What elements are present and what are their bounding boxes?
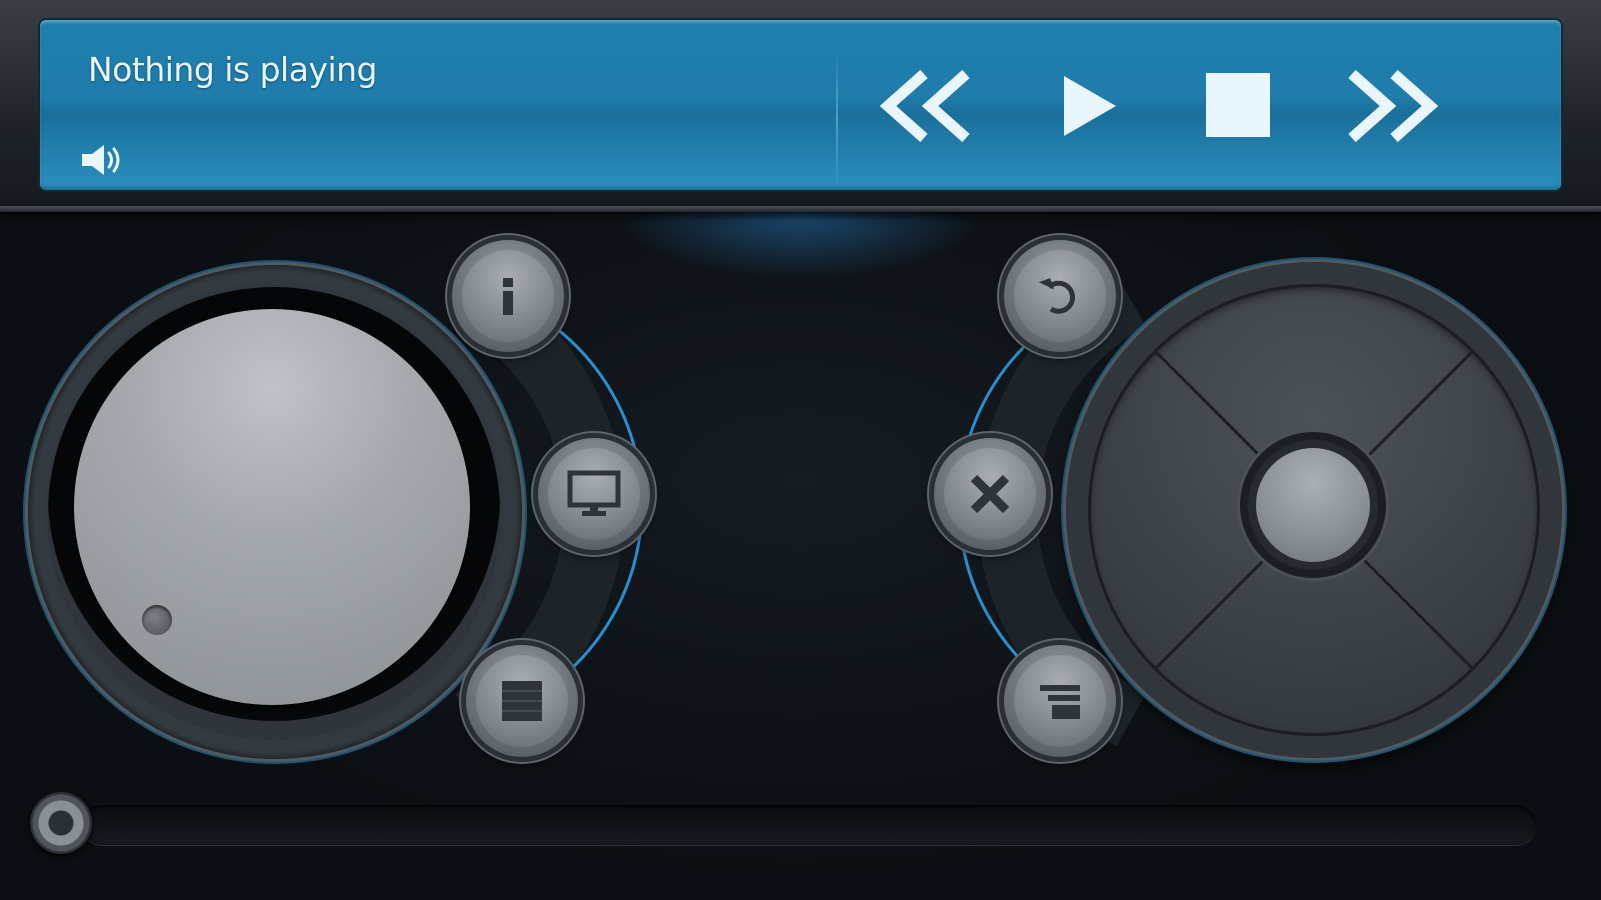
dpad-ok-cap: [1256, 448, 1370, 562]
rewind-button[interactable]: [880, 66, 980, 146]
menu-button[interactable]: [466, 645, 578, 757]
play-button[interactable]: [1060, 66, 1120, 146]
dpad-down[interactable]: [1234, 608, 1394, 728]
remote-control-app: Nothing is playing: [0, 0, 1601, 900]
stop-button[interactable]: [1204, 66, 1272, 146]
x-icon: [970, 474, 1010, 514]
volume-knob-cap: [74, 309, 470, 705]
stop-square-icon: [1206, 73, 1270, 137]
progress-handle[interactable]: [30, 792, 92, 854]
volume-knob[interactable]: [28, 265, 522, 759]
progress-track[interactable]: [82, 805, 1536, 845]
navigation-dpad[interactable]: [1066, 262, 1562, 758]
double-chevron-right-icon: [1348, 69, 1438, 143]
info-icon: [503, 278, 513, 315]
now-playing-panel: [40, 20, 1561, 190]
now-playing-status: Nothing is playing: [88, 50, 378, 89]
dpad-right[interactable]: [1412, 430, 1532, 590]
menu-grid-icon: [502, 681, 542, 721]
volume-knob-indicator-dot: [142, 605, 172, 635]
panel-divider: [836, 50, 838, 190]
speaker-volume-icon[interactable]: [78, 140, 128, 180]
play-icon: [1064, 76, 1116, 136]
close-button[interactable]: [934, 438, 1046, 550]
dpad-up[interactable]: [1234, 292, 1394, 412]
display-button[interactable]: [538, 438, 650, 550]
info-button[interactable]: [452, 240, 564, 352]
monitor-icon: [567, 470, 621, 516]
fast-forward-button[interactable]: [1338, 66, 1438, 146]
double-chevron-left-icon: [880, 69, 970, 143]
dpad-left[interactable]: [1096, 430, 1216, 590]
dpad-ok-button[interactable]: [1240, 432, 1386, 578]
